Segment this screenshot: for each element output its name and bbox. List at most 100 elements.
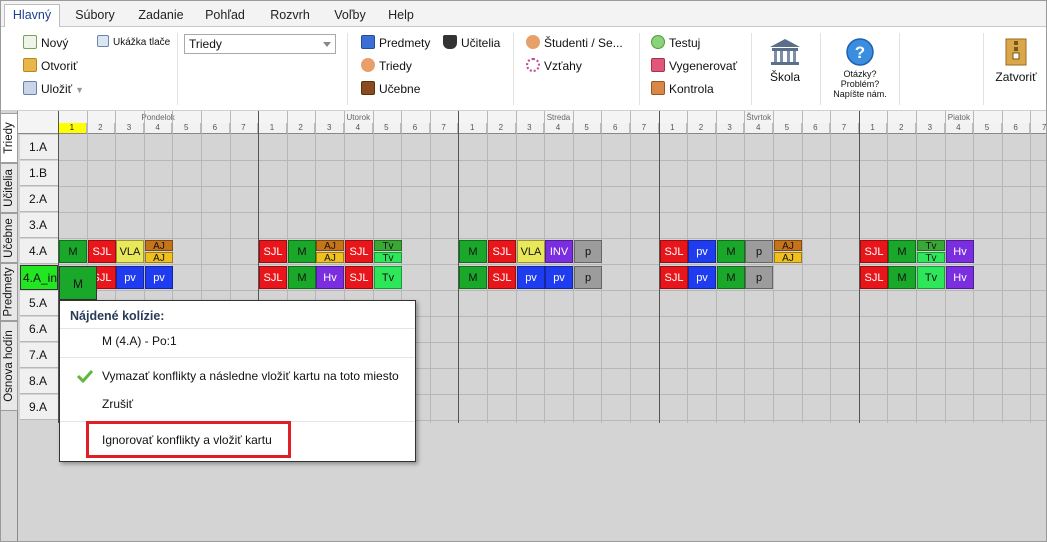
subject-card[interactable]: p	[745, 240, 773, 263]
test-button[interactable]: Testuj	[651, 33, 700, 53]
collision-item[interactable]: M (4.A) - Po:1	[102, 334, 177, 348]
subject-card[interactable]: VLA	[116, 240, 144, 263]
subject-card[interactable]: SJL	[488, 266, 516, 289]
new-button[interactable]: Nový	[23, 33, 68, 53]
subject-card[interactable]: SJL	[345, 266, 373, 289]
subject-card[interactable]: p	[574, 240, 602, 263]
subject-card[interactable]: AJ	[145, 240, 173, 251]
menu-volby[interactable]: Voľby	[326, 5, 374, 27]
class-row-label[interactable]: 4.A	[20, 239, 58, 264]
subjects-button[interactable]: Predmety	[361, 33, 430, 53]
help-contact-button[interactable]: ? Otázky? Problém? Napíšte nám.	[826, 37, 894, 99]
subject-card[interactable]: M	[717, 240, 745, 263]
subject-card[interactable]: pv	[688, 240, 716, 263]
subject-card[interactable]: SJL	[860, 240, 888, 263]
class-row-label[interactable]: 5.A	[20, 291, 58, 316]
subject-card[interactable]: SJL	[860, 266, 888, 289]
menu-rozvrh[interactable]: Rozvrh	[263, 5, 317, 27]
period-header: 3	[715, 123, 745, 133]
subject-card[interactable]: SJL	[660, 266, 688, 289]
subject-card[interactable]: pv	[688, 266, 716, 289]
relations-label: Vzťahy	[544, 59, 582, 73]
subject-card[interactable]: Hv	[316, 266, 344, 289]
subject-card[interactable]: AJ	[774, 240, 802, 251]
subject-card[interactable]: SJL	[660, 240, 688, 263]
grid-row-line	[58, 290, 1046, 291]
save-label: Uložiť	[41, 82, 73, 96]
side-tab-osnova-hodin[interactable]: Osnova hodín	[1, 321, 18, 411]
side-tab-predmety[interactable]: Predmety	[1, 263, 18, 321]
subject-card[interactable]: M	[459, 240, 487, 263]
side-tab-ucebne[interactable]: Učebne	[1, 213, 18, 263]
dragged-card[interactable]: M	[59, 266, 97, 300]
subject-card[interactable]: Hv	[946, 240, 974, 263]
subject-card[interactable]: M	[288, 266, 316, 289]
view-selector-combo[interactable]: Triedy	[184, 34, 336, 54]
print-preview-button[interactable]: Ukážka tlače	[97, 33, 170, 53]
menu-hlavny[interactable]: Hlavný	[4, 4, 60, 28]
subject-card[interactable]: Tv	[917, 240, 945, 251]
subject-card[interactable]: SJL	[88, 240, 116, 263]
subject-card[interactable]: M	[717, 266, 745, 289]
subject-card[interactable]: AJ	[774, 252, 802, 263]
subject-card[interactable]: SJL	[345, 240, 373, 263]
subject-card[interactable]: pv	[116, 266, 144, 289]
classrooms-button[interactable]: Učebne	[361, 79, 420, 99]
close-button[interactable]: Zatvoriť	[989, 37, 1043, 84]
subject-card[interactable]: SJL	[488, 240, 516, 263]
class-row-label[interactable]: 7.A	[20, 343, 58, 368]
subject-card[interactable]: SJL	[259, 240, 287, 263]
subject-card[interactable]: Tv	[374, 252, 402, 263]
subject-card[interactable]: pv	[545, 266, 573, 289]
students-button[interactable]: Študenti / Se...	[526, 33, 623, 53]
subject-card[interactable]: M	[888, 266, 916, 289]
subject-card[interactable]: pv	[145, 266, 173, 289]
subject-card[interactable]: p	[574, 266, 602, 289]
class-row-label[interactable]: 8.A	[20, 369, 58, 394]
subject-card[interactable]: Tv	[374, 240, 402, 251]
subject-card[interactable]: AJ	[145, 252, 173, 263]
day-header: Utorok	[346, 113, 371, 122]
menu-subory[interactable]: Súbory	[67, 5, 123, 27]
subject-card[interactable]: AJ	[316, 240, 344, 251]
highlight-annotation-box	[86, 421, 291, 458]
class-row-label[interactable]: 1.B	[20, 161, 58, 186]
class-row-label[interactable]: 3.A	[20, 213, 58, 238]
class-row-label[interactable]: 6.A	[20, 317, 58, 342]
class-row-label[interactable]: 2.A	[20, 187, 58, 212]
delete-conflicts-option[interactable]: Vymazať konflikty a následne vložiť kart…	[102, 369, 399, 383]
class-row-label[interactable]: 1.A	[20, 135, 58, 160]
cancel-option[interactable]: Zrušiť	[102, 397, 133, 411]
subject-card[interactable]: VLA	[517, 240, 545, 263]
generate-button[interactable]: Vygenerovať	[651, 56, 737, 76]
subject-card[interactable]: M	[459, 266, 487, 289]
subject-card[interactable]: pv	[517, 266, 545, 289]
class-row-label[interactable]: 9.A	[20, 395, 58, 420]
classes-button[interactable]: Triedy	[361, 56, 412, 76]
subject-card[interactable]: Tv	[917, 252, 945, 263]
teachers-button[interactable]: Učitelia	[443, 33, 500, 53]
grid-row-line	[58, 264, 1046, 265]
school-button[interactable]: Škola	[759, 37, 811, 84]
menu-zadanie[interactable]: Zadanie	[131, 5, 191, 27]
menu-pohlad[interactable]: Pohľad	[197, 5, 253, 27]
subject-card[interactable]: AJ	[316, 252, 344, 263]
subject-card[interactable]: Tv	[917, 266, 945, 289]
subject-card[interactable]: M	[288, 240, 316, 263]
subject-card[interactable]: M	[888, 240, 916, 263]
grid-row-line	[58, 212, 1046, 213]
side-tab-ucitelia[interactable]: Učitelia	[1, 163, 18, 213]
save-button[interactable]: Uložiť ▼	[23, 79, 84, 99]
open-button[interactable]: Otvoriť	[23, 56, 78, 76]
menu-help[interactable]: Help	[381, 5, 421, 27]
control-button[interactable]: Kontrola	[651, 79, 714, 99]
side-tab-triedy[interactable]: Triedy	[1, 113, 18, 163]
subject-card[interactable]: p	[745, 266, 773, 289]
subject-card[interactable]: Hv	[946, 266, 974, 289]
subject-card[interactable]: M	[59, 240, 87, 263]
subject-card[interactable]: INV	[545, 240, 573, 263]
relations-button[interactable]: Vzťahy	[526, 56, 582, 76]
subject-card[interactable]: SJL	[259, 266, 287, 289]
class-row-label[interactable]: 4.A_int	[20, 265, 60, 290]
subject-card[interactable]: Tv	[374, 266, 402, 289]
